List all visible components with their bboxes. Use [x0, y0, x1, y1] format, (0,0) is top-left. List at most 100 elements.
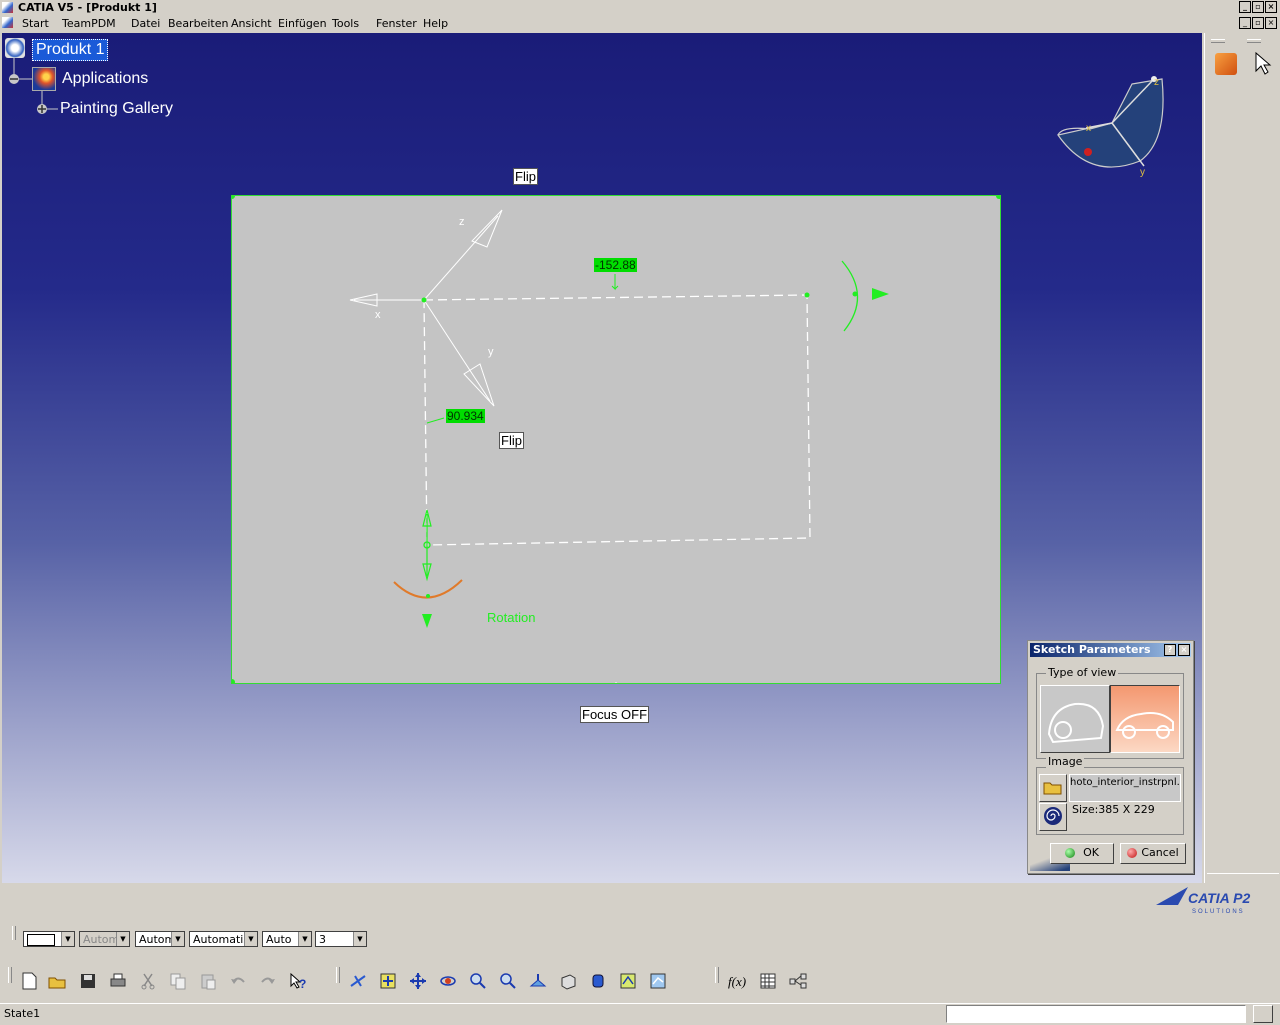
whats-this-icon[interactable]: ?: [289, 972, 307, 990]
multi-view-icon[interactable]: [559, 972, 577, 990]
dimension-horizontal[interactable]: -152.88: [594, 258, 637, 272]
exterior-view-button[interactable]: [1110, 685, 1180, 753]
ok-label: OK: [1083, 846, 1099, 859]
transparency-combo[interactable]: Autom ▼: [79, 931, 130, 947]
ok-button[interactable]: OK: [1050, 843, 1114, 864]
right-toolbar: [1204, 33, 1280, 883]
fly-mode-icon[interactable]: [349, 972, 367, 990]
svg-text:?: ?: [299, 977, 306, 990]
dialog-titlebar[interactable]: Sketch Parameters ? ×: [1030, 643, 1191, 657]
print-icon[interactable]: [109, 972, 127, 990]
applications-icon[interactable]: [32, 67, 56, 91]
open-folder-button[interactable]: [1039, 774, 1067, 802]
undo-icon[interactable]: [229, 972, 247, 990]
close-button[interactable]: ×: [1265, 1, 1277, 13]
zoom-out-icon[interactable]: [499, 972, 517, 990]
catia-app-icon[interactable]: [2, 2, 13, 13]
format-toolbar-grip[interactable]: [12, 926, 16, 940]
cancel-button[interactable]: Cancel: [1120, 843, 1186, 864]
chevron-down-icon[interactable]: ▼: [116, 932, 129, 946]
doc-close-button[interactable]: ×: [1265, 17, 1277, 29]
focus-off-label[interactable]: Focus OFF: [580, 706, 650, 723]
image-plane[interactable]: x z y -152.88 90.934 Flip Rotation: [231, 195, 1001, 684]
chevron-down-icon[interactable]: ▼: [61, 932, 74, 946]
pan-icon[interactable]: [409, 972, 427, 990]
menu-ansicht[interactable]: Ansicht: [231, 16, 272, 31]
bottom-toolbar-area: CATIA P2 SOLUTIONS ▼ Autom ▼ Autom ▼ Autom…: [0, 883, 1280, 1003]
interior-view-button[interactable]: [1040, 685, 1110, 753]
compass-label-y: y: [1140, 167, 1145, 178]
toolbar-bottom-grip[interactable]: [1207, 873, 1279, 876]
menu-datei[interactable]: Datei: [131, 16, 160, 31]
normal-view-icon[interactable]: [529, 972, 547, 990]
knowledge-tree-icon[interactable]: [789, 972, 807, 990]
layer-combo[interactable]: 3 ▼: [315, 931, 367, 947]
line-weight-combo[interactable]: Autom ▼: [135, 931, 185, 947]
chevron-down-icon[interactable]: ▼: [353, 932, 366, 946]
transparency-value: Autom: [83, 933, 120, 946]
point-type-combo[interactable]: Auto ▼: [262, 931, 312, 947]
cut-icon[interactable]: [139, 972, 157, 990]
menu-bar: Start TeamPDM Datei Bearbeiten Ansicht E…: [0, 15, 1280, 32]
menu-help[interactable]: Help: [423, 16, 448, 31]
dialog-help-button[interactable]: ?: [1164, 644, 1176, 656]
chevron-down-icon[interactable]: ▼: [171, 932, 184, 946]
image-path-field[interactable]: hoto_interior_instrpnl.tif: [1069, 774, 1181, 802]
rotate-icon[interactable]: [439, 972, 457, 990]
minimize-button[interactable]: _: [1239, 1, 1251, 13]
dimension-vertical[interactable]: 90.934: [446, 409, 485, 423]
color-combo[interactable]: ▼: [23, 931, 75, 947]
3d-viewport[interactable]: Produkt 1 Applications Painting Gallery …: [2, 33, 1202, 883]
flip-label-top[interactable]: Flip: [513, 168, 538, 185]
spiral-button[interactable]: [1039, 803, 1067, 831]
rotation-label[interactable]: Rotation: [487, 610, 535, 625]
formula-icon[interactable]: f(x): [727, 972, 751, 990]
menu-fenster[interactable]: Fenster: [376, 16, 417, 31]
toolbar-grip-2[interactable]: [1247, 39, 1261, 43]
compass-icon[interactable]: x y z: [1050, 71, 1165, 191]
paste-icon[interactable]: [199, 972, 217, 990]
spiral-icon: [1044, 807, 1062, 825]
line-type-combo[interactable]: Automatisc ▼: [189, 931, 258, 947]
tools-toolbar-grip[interactable]: [715, 967, 719, 983]
swap-visible-icon[interactable]: [649, 972, 667, 990]
table-icon[interactable]: [759, 972, 777, 990]
hide-show-icon[interactable]: [619, 972, 637, 990]
new-icon[interactable]: [20, 972, 38, 990]
tree-node-produkt[interactable]: Produkt 1: [32, 39, 109, 61]
window-titlebar: CATIA V5 - [Produkt 1] _ ▫ ×: [0, 0, 1280, 15]
standard-toolbar-grip[interactable]: [8, 967, 12, 983]
tree-node-painting-gallery[interactable]: Painting Gallery: [60, 100, 173, 118]
svg-text:f(x): f(x): [728, 974, 746, 989]
doc-minimize-button[interactable]: _: [1239, 17, 1251, 29]
save-icon[interactable]: [79, 972, 97, 990]
flip-label-center[interactable]: Flip: [499, 432, 524, 449]
toolbar-grip[interactable]: [1211, 39, 1225, 43]
menu-teampdm[interactable]: TeamPDM: [62, 16, 116, 31]
restore-button[interactable]: ▫: [1252, 1, 1264, 13]
cancel-red-icon: [1127, 848, 1138, 858]
dialog-close-button[interactable]: ×: [1178, 644, 1190, 656]
tree-node-applications[interactable]: Applications: [62, 70, 148, 88]
painting-icon[interactable]: [1215, 53, 1237, 75]
view-toolbar-grip[interactable]: [336, 967, 340, 983]
chevron-down-icon[interactable]: ▼: [298, 932, 311, 946]
menu-bearbeiten[interactable]: Bearbeiten: [168, 16, 228, 31]
menu-einfuegen[interactable]: Einfügen: [278, 16, 327, 31]
menu-tools[interactable]: Tools: [332, 16, 359, 31]
axis-label-z: z: [459, 216, 465, 228]
chevron-down-icon[interactable]: ▼: [244, 932, 257, 946]
select-arrow-icon[interactable]: [1253, 51, 1273, 77]
redo-icon[interactable]: [259, 972, 277, 990]
command-input-button[interactable]: [1253, 1005, 1273, 1023]
menu-start[interactable]: Start: [22, 16, 49, 31]
open-icon[interactable]: [48, 972, 66, 990]
document-icon[interactable]: [2, 17, 13, 28]
command-input[interactable]: [946, 1005, 1246, 1023]
zoom-in-icon[interactable]: [469, 972, 487, 990]
product-icon[interactable]: [5, 38, 25, 58]
copy-icon[interactable]: [169, 972, 187, 990]
view-mode-icon[interactable]: [589, 972, 607, 990]
doc-restore-button[interactable]: ▫: [1252, 17, 1264, 29]
fit-all-icon[interactable]: [379, 972, 397, 990]
